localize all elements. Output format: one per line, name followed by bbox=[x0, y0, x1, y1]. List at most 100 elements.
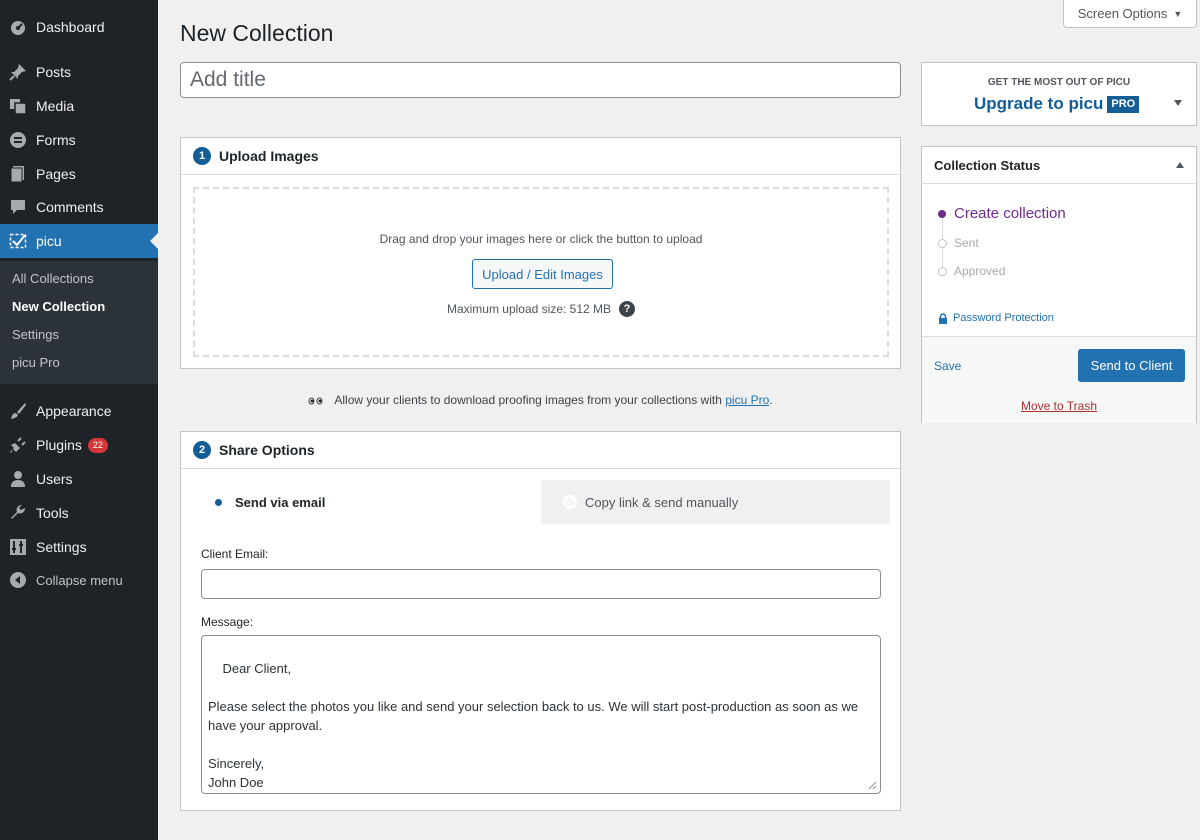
forms-icon bbox=[9, 131, 27, 149]
menu-item-label: Posts bbox=[36, 64, 72, 80]
submenu-new-collection[interactable]: New Collection bbox=[12, 299, 105, 314]
panel-header: 2 Share Options bbox=[181, 432, 900, 469]
menu-item-label: Plugins bbox=[36, 437, 82, 453]
upload-dropzone[interactable]: Drag and drop your images here or click … bbox=[193, 187, 889, 357]
title-input[interactable] bbox=[180, 62, 901, 98]
upgrade-subtitle: GET THE MOST OUT OF PICU bbox=[987, 77, 1131, 88]
wrench-icon bbox=[9, 504, 27, 522]
tab-label: Send via email bbox=[235, 494, 326, 510]
status-step-sent: Sent bbox=[938, 236, 979, 250]
menu-item-label: Comments bbox=[36, 199, 104, 215]
dashboard-icon bbox=[9, 18, 27, 36]
collection-status-panel: Collection Status Create collection Sent… bbox=[921, 146, 1197, 423]
page-title: New Collection bbox=[180, 20, 334, 46]
menu-item-pages[interactable]: Pages bbox=[0, 159, 158, 189]
password-protection-link[interactable]: Password Protection bbox=[938, 312, 1054, 324]
status-step-create: Create collection bbox=[938, 205, 1066, 222]
message-label: Message: bbox=[201, 615, 254, 629]
admin-sidebar: Dashboard Posts Media Forms Pages Commen… bbox=[0, 0, 158, 840]
promo-text: Allow your clients to download proofing … bbox=[334, 393, 726, 407]
pin-icon bbox=[9, 63, 27, 81]
message-textarea[interactable]: Dear Client, Please select the photos yo… bbox=[201, 635, 881, 794]
dropzone-instructions: Drag and drop your images here or click … bbox=[379, 232, 703, 246]
submenu-all-collections[interactable]: All Collections bbox=[12, 271, 94, 286]
share-method-tabs: Send via email Copy link & send manually bbox=[193, 480, 890, 524]
max-upload-size: Maximum upload size: 512 MB ? bbox=[195, 301, 887, 317]
save-link[interactable]: Save bbox=[934, 359, 961, 373]
brush-icon bbox=[9, 402, 27, 420]
panel-header: Collection Status bbox=[922, 147, 1196, 184]
menu-item-forms[interactable]: Forms bbox=[0, 125, 158, 155]
panel-header: 1 Upload Images bbox=[181, 138, 900, 175]
status-step-label: Create collection bbox=[954, 205, 1066, 222]
chevron-down-icon[interactable] bbox=[1174, 100, 1182, 106]
help-icon[interactable]: ? bbox=[619, 301, 636, 317]
plugin-update-badge: 22 bbox=[87, 437, 108, 453]
status-step-approved: Approved bbox=[938, 264, 1005, 278]
menu-item-comments[interactable]: Comments bbox=[0, 192, 158, 222]
active-menu-arrow bbox=[150, 233, 158, 249]
users-icon bbox=[9, 470, 27, 488]
caret-down-icon: ▼ bbox=[1173, 8, 1183, 19]
menu-item-dashboard[interactable]: Dashboard bbox=[0, 12, 158, 42]
menu-item-posts[interactable]: Posts bbox=[0, 57, 158, 87]
radio-unselected-icon bbox=[563, 495, 577, 509]
upload-edit-images-button[interactable]: Upload / Edit Images bbox=[472, 259, 613, 289]
submenu-settings[interactable]: Settings bbox=[12, 327, 59, 342]
menu-item-tools[interactable]: Tools bbox=[0, 498, 158, 528]
promo-end: . bbox=[769, 393, 773, 407]
menu-item-label: Users bbox=[36, 471, 73, 487]
upgrade-link[interactable]: Upgrade to picu PRO bbox=[974, 94, 1140, 114]
status-dot-icon bbox=[938, 238, 947, 248]
pages-icon bbox=[9, 165, 27, 183]
menu-item-settings[interactable]: Settings bbox=[0, 532, 158, 562]
screen-options-button[interactable]: Screen Options ▼ bbox=[1063, 0, 1197, 28]
step-number-badge: 1 bbox=[193, 147, 211, 165]
tab-label: Copy link & send manually bbox=[585, 494, 739, 510]
client-email-label: Client Email: bbox=[201, 547, 269, 561]
media-icon bbox=[9, 97, 27, 115]
upgrade-panel[interactable]: GET THE MOST OUT OF PICU Upgrade to picu… bbox=[921, 62, 1197, 126]
password-protection-label: Password Protection bbox=[953, 312, 1054, 324]
menu-item-appearance[interactable]: Appearance bbox=[0, 396, 158, 426]
tab-send-via-email[interactable]: Send via email bbox=[193, 480, 541, 524]
lock-icon bbox=[939, 312, 947, 324]
step-number-badge: 2 bbox=[193, 441, 211, 459]
panel-title: Upload Images bbox=[219, 148, 319, 164]
menu-item-label: Collapse menu bbox=[36, 572, 123, 588]
eyes-icon bbox=[308, 394, 324, 408]
client-email-field[interactable] bbox=[201, 569, 881, 599]
settings-icon bbox=[9, 538, 27, 556]
menu-item-users[interactable]: Users bbox=[0, 464, 158, 494]
picu-pro-link[interactable]: picu Pro bbox=[725, 393, 769, 407]
plugin-icon bbox=[9, 436, 27, 454]
screen-options-label: Screen Options bbox=[1077, 6, 1168, 21]
picu-submenu: All Collections New Collection Settings … bbox=[0, 261, 158, 384]
move-to-trash-link[interactable]: Move to Trash bbox=[922, 399, 1196, 413]
menu-item-label: Forms bbox=[36, 132, 76, 148]
menu-item-media[interactable]: Media bbox=[0, 91, 158, 121]
submenu-picu-pro[interactable]: picu Pro bbox=[12, 355, 60, 370]
menu-item-plugins[interactable]: Plugins 22 bbox=[0, 430, 158, 460]
menu-item-label: picu bbox=[36, 233, 62, 249]
resize-handle-icon[interactable] bbox=[868, 781, 877, 790]
tab-copy-link[interactable]: Copy link & send manually bbox=[541, 480, 738, 524]
comment-icon bbox=[9, 198, 27, 216]
collapse-toggle-icon[interactable] bbox=[1176, 162, 1184, 168]
collapse-menu-button[interactable]: Collapse menu bbox=[0, 565, 158, 595]
send-to-client-button[interactable]: Send to Client bbox=[1078, 349, 1185, 382]
menu-item-label: Tools bbox=[36, 505, 69, 521]
menu-item-label: Appearance bbox=[36, 403, 112, 419]
pro-badge: PRO bbox=[1107, 95, 1140, 113]
panel-title: Collection Status bbox=[934, 157, 1041, 173]
status-actions: Save Send to Client Move to Trash bbox=[922, 336, 1196, 423]
menu-item-label: Dashboard bbox=[36, 19, 105, 35]
picu-icon bbox=[9, 232, 27, 250]
menu-item-picu[interactable]: picu bbox=[0, 224, 158, 258]
status-dot-icon bbox=[938, 209, 946, 218]
status-dot-icon bbox=[938, 266, 947, 276]
upgrade-title: Upgrade to picu bbox=[974, 94, 1104, 113]
upload-images-panel: 1 Upload Images Drag and drop your image… bbox=[180, 137, 901, 369]
menu-item-label: Media bbox=[36, 98, 75, 114]
status-step-label: Sent bbox=[954, 236, 979, 250]
